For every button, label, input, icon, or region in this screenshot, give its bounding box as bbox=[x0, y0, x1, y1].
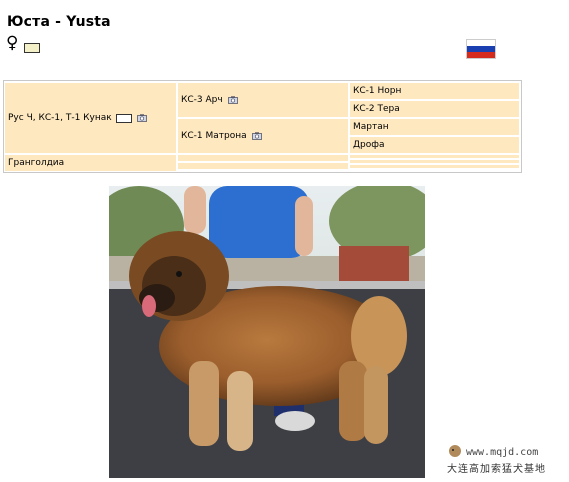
pedigree-sire-dam[interactable]: КС-1 Матрона bbox=[178, 119, 348, 153]
pedigree-ggs-1[interactable]: КС-1 Норн bbox=[350, 83, 519, 99]
coat-color-swatch bbox=[24, 43, 40, 53]
dog-name-title: Юста - Yusta bbox=[7, 14, 111, 30]
dam-name[interactable]: Гранголдиа bbox=[8, 158, 64, 168]
camera-icon[interactable] bbox=[136, 114, 147, 122]
watermark-site-name: 大连高加索猛犬基地 bbox=[447, 464, 546, 475]
coat-color-swatch bbox=[115, 113, 132, 123]
pedigree-sire[interactable]: Рус Ч, КС-1, Т-1 Кунак bbox=[5, 83, 176, 153]
ancestor-name[interactable]: Дрофа bbox=[353, 140, 384, 150]
ancestor-name[interactable]: КС-2 Тера bbox=[353, 104, 400, 114]
camera-icon[interactable] bbox=[251, 132, 262, 140]
pedigree-dam-sire-empty bbox=[178, 155, 348, 161]
sire-dam-name[interactable]: КС-1 Матрона bbox=[181, 131, 247, 141]
female-symbol-icon: ♀ bbox=[6, 33, 19, 53]
pedigree-ggs-2[interactable]: КС-2 Тера bbox=[350, 101, 519, 117]
watermark-url: www.mqjd.com bbox=[466, 447, 539, 458]
pedigree-empty-cell bbox=[350, 155, 519, 158]
pedigree-sire-sire[interactable]: КС-3 Арч bbox=[178, 83, 348, 117]
pedigree-dam[interactable]: Гранголдиа bbox=[5, 155, 176, 171]
pedigree-empty-cell bbox=[350, 160, 519, 163]
pedigree-empty-cell bbox=[350, 165, 519, 168]
pedigree-table: Рус Ч, КС-1, Т-1 Кунак Гранголдиа КС-3 А… bbox=[3, 80, 522, 173]
dog-photo bbox=[109, 186, 425, 478]
russia-flag-icon bbox=[466, 39, 496, 59]
camera-icon[interactable] bbox=[227, 96, 238, 104]
pedigree-ggs-4[interactable]: Дрофа bbox=[350, 137, 519, 153]
pedigree-dam-dam-empty bbox=[178, 163, 348, 169]
watermark-dog-logo-icon bbox=[449, 445, 461, 457]
ancestor-name[interactable]: КС-1 Норн bbox=[353, 86, 401, 96]
sire-name[interactable]: Рус Ч, КС-1, Т-1 Кунак bbox=[8, 113, 112, 123]
pedigree-ggs-3[interactable]: Мартан bbox=[350, 119, 519, 135]
ancestor-name[interactable]: Мартан bbox=[353, 122, 389, 132]
sire-sire-name[interactable]: КС-3 Арч bbox=[181, 95, 223, 105]
